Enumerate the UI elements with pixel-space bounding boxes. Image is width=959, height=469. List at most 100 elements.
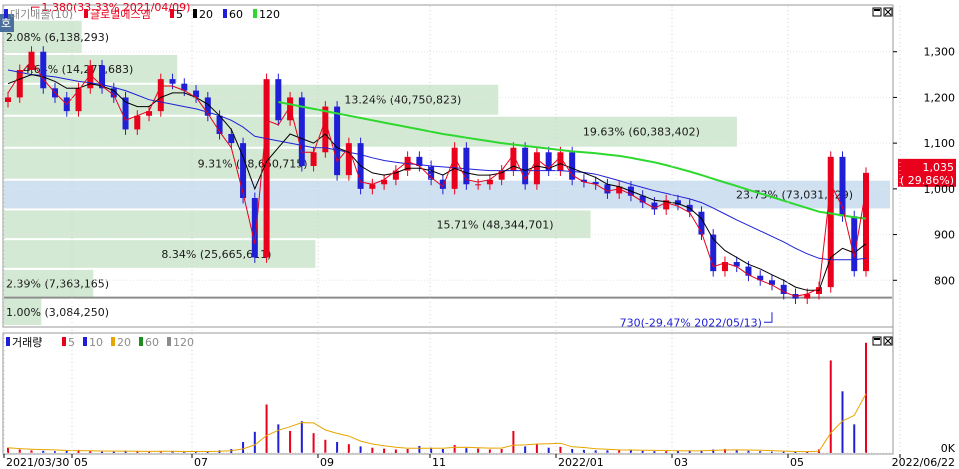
volume-bar (453, 445, 456, 453)
y-tick-label: 1,200 (924, 91, 956, 104)
volume-bar (312, 433, 315, 453)
legend-indicator-name: 대기매물(10) (10, 8, 73, 21)
volume-bar (829, 360, 832, 453)
legend-ma-label: 60 (229, 8, 243, 21)
x-tick-label: 2022/01 (558, 456, 604, 469)
volume-bar (500, 449, 503, 453)
x-tick-label: 09 (320, 456, 334, 469)
y-tick-label: 1,100 (924, 137, 956, 150)
volume-bar (383, 448, 386, 453)
volume-legend-label: 120 (173, 336, 194, 349)
y-tick-label: 1,000 (924, 183, 956, 196)
volume-legend-name: 거래량 (12, 336, 42, 349)
x-tick-label: 05 (74, 456, 88, 469)
candle-body (369, 184, 376, 189)
candle-body (557, 152, 564, 171)
candle-body (134, 115, 141, 130)
volume-legend-label: 10 (89, 336, 103, 349)
volume-bar (359, 446, 362, 453)
candle-body (5, 97, 11, 102)
volume-bar (112, 451, 115, 453)
legend-swatch (193, 9, 197, 18)
candle-body (334, 106, 341, 176)
y-tick-label: 900 (934, 229, 955, 242)
volume-bar (371, 447, 374, 453)
volume-bar (289, 430, 292, 453)
volume-y-tick-label: 0K (941, 442, 956, 455)
volume-bar (347, 444, 350, 453)
x-tick-label: 03 (674, 456, 688, 469)
x-tick-label: 11 (432, 456, 446, 469)
current-price-value: 1,035 (923, 161, 955, 174)
volume-bar (865, 342, 867, 453)
volume-bar (418, 445, 421, 453)
legend-swatch (167, 337, 171, 346)
volume-bar (300, 421, 303, 453)
candle-body (863, 172, 869, 272)
volume-bar (101, 451, 104, 453)
legend-swatch (111, 337, 115, 346)
volume-bar (7, 447, 9, 453)
volume-bar (18, 449, 21, 453)
volume-profile-label: 2.08% (6,138,293) (6, 31, 109, 44)
volume-profile-label: 15.71% (48,344,701) (437, 218, 554, 231)
legend-swatch (62, 337, 66, 346)
volume-bar (535, 444, 538, 453)
legend-swatch (170, 9, 174, 18)
volume-bar (277, 424, 280, 453)
volume-bar (265, 404, 268, 453)
legend-ma-label: 5 (176, 8, 183, 21)
candle-body (40, 51, 47, 89)
volume-bar (324, 439, 327, 453)
volume-bar (242, 441, 245, 453)
legend-swatch (253, 9, 257, 18)
x-tick-label: 2021/03/30 (6, 456, 69, 469)
candle-body (604, 184, 611, 194)
x-tick-label: 2022/06/22 (892, 456, 955, 469)
stock-chart: 2.08% (6,138,293)4.64% (14,277,683)13.24… (0, 0, 959, 469)
volume-profile-label: 9.31% (28,650,715) (198, 158, 308, 171)
volume-bar (441, 449, 444, 453)
candle-body (75, 88, 82, 112)
candle-body (263, 79, 270, 258)
volume-bar (406, 449, 409, 453)
candle-body (475, 184, 482, 186)
x-tick-label: 07 (194, 456, 208, 469)
volume-bar (253, 431, 256, 453)
legend-stock-name: 글로벌에스엠 (90, 8, 151, 21)
y-tick-label: 800 (934, 274, 955, 287)
candle-body (827, 156, 834, 288)
volume-bar (465, 448, 468, 453)
volume-bar (524, 446, 527, 453)
volume-legend-label: 60 (145, 336, 159, 349)
x-tick-label: 05 (790, 456, 804, 469)
price-legend: 대기매물(10) 글로벌에스엠 5 20 60 120 (4, 8, 280, 21)
volume-bar (559, 446, 562, 453)
candle-body (275, 79, 282, 121)
volume-bar (89, 451, 92, 453)
legend-swatch (223, 9, 227, 18)
volume-profile-label: 13.24% (40,750,823) (344, 94, 461, 107)
legend-swatch (139, 337, 143, 346)
candle-body (169, 79, 176, 84)
low-marker-label: 730(-29.47% 2022/05/13) (620, 316, 762, 329)
legend-ma-label: 120 (259, 8, 280, 21)
volume-panel (2, 332, 894, 455)
volume-bar (394, 449, 397, 453)
legend-swatch (83, 337, 87, 346)
volume-bar (488, 449, 491, 453)
candle-body (251, 198, 258, 258)
candle-body (287, 97, 294, 121)
volume-bar (853, 424, 856, 453)
volume-legend-label: 5 (68, 336, 75, 349)
volume-bar (512, 430, 515, 453)
candle-body (157, 79, 164, 112)
volume-bar (571, 449, 574, 453)
volume-bar (477, 448, 480, 453)
candle-body (310, 152, 317, 166)
volume-legend-label: 20 (117, 336, 131, 349)
candle-body (533, 152, 540, 185)
volume-profile-label: 1.00% (3,084,250) (6, 306, 109, 319)
volume-profile-label: 2.39% (7,363,165) (6, 277, 109, 290)
volume-bar (547, 447, 550, 453)
